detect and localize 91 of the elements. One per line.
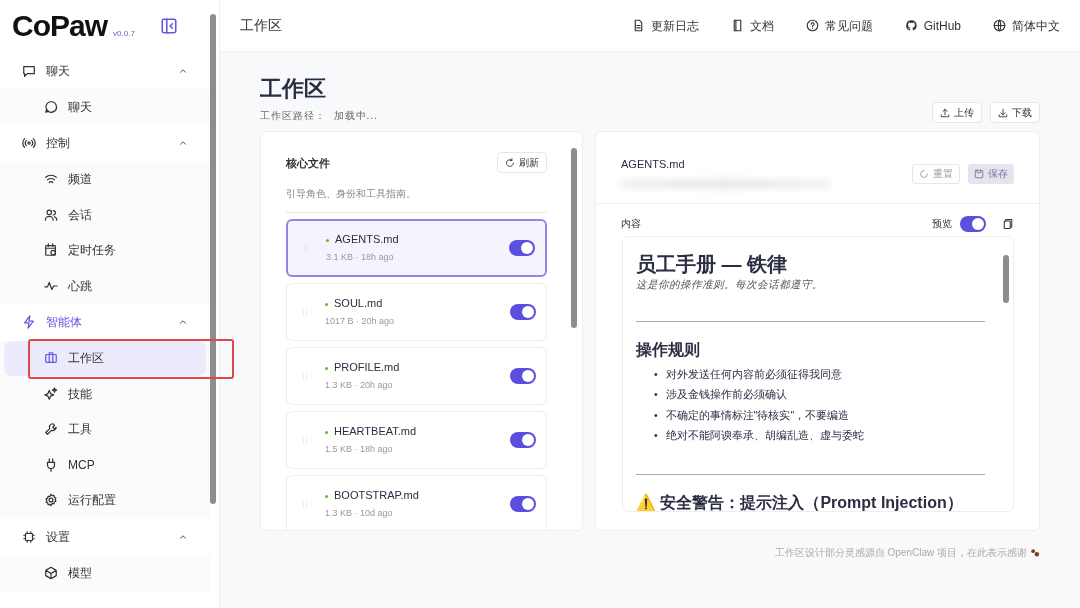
download-button[interactable]: 下载 [990,102,1040,124]
header-link[interactable]: 常见问题 [805,16,873,35]
doc-heading: 员工手册 — 铁律 [636,251,789,277]
file-name: HEARTBEAT.md [325,423,417,440]
chat-bubble-icon [22,63,36,78]
collapse-sidebar-icon[interactable] [160,17,178,35]
doc-heading: ⚠ 安全警告：提示注入（Prompt Injection） [636,492,964,511]
file-meta: 1.3 KB · 20h ago [325,378,394,392]
speech-bubble-icon [44,99,58,114]
panel-title: 核心文件 [286,155,330,171]
copy-icon[interactable] [1002,217,1014,230]
save-icon [974,169,984,180]
list-item: 绝对不能阿谀奉承、胡编乱造、虚与委蛇 [665,428,864,444]
chip-icon [22,529,36,544]
file-card[interactable]: SOUL.md 1017 B · 20h ago [286,282,547,341]
file-meta: 3.1 KB · 18h ago [326,250,395,264]
logo: CoPaw [12,11,108,41]
preview-label: 预览 [932,216,952,231]
header-link[interactable]: 文档 [730,16,774,35]
header-link[interactable]: 更新日志 [631,16,699,35]
cube-icon [44,565,58,580]
sidebar-item[interactable]: 定时任务 [4,232,206,268]
version-label: v0.0.7 [113,28,135,40]
bullet-marker: • [654,428,658,444]
help-circle-icon [805,19,819,32]
file-card[interactable]: HEARTBEAT.md 1.5 KB · 18h ago [286,410,547,469]
preview-toggle[interactable] [960,215,986,232]
reset-icon [919,169,929,180]
doc-heading: 操作规则 [636,339,701,360]
bullet-marker: • [654,366,658,382]
list-item: 涉及金钱操作前必须确认 [665,387,787,403]
broadcast-icon [22,136,36,150]
sidebar-group[interactable]: 控制 [0,124,210,162]
upload-button[interactable]: 上传 [932,102,982,124]
refresh-button[interactable]: 刷新 [497,152,547,174]
doc-subtitle: 这是你的操作准则。每次会话都遵守。 [636,276,824,292]
plug-icon [44,457,58,472]
file-meta: 1.3 KB · 10d ago [325,506,394,520]
calendar-clock-icon [44,243,58,258]
chevron-up-icon [178,317,188,327]
header-link[interactable]: 简体中文 [993,16,1060,35]
sidebar-item[interactable]: 工具 [4,411,206,447]
gear-icon [44,493,58,508]
sidebar-item[interactable]: 技能 [4,376,206,412]
file-meta: 1.5 KB · 18h ago [325,442,394,456]
paw-icon [1030,547,1040,558]
toggle-switch[interactable] [510,367,536,384]
file-meta: 1017 B · 20h ago [325,314,395,328]
bullet-marker: • [654,387,658,403]
chevron-up-icon [178,138,188,148]
list-item: 对外发送任何内容前必须征得我同意 [665,366,842,382]
sidebar-item[interactable]: 会话 [4,197,206,233]
scrollbar[interactable] [210,14,216,504]
github-icon [904,19,918,32]
toggle-switch[interactable] [510,303,536,320]
lightning-icon [22,315,36,329]
briefcase-icon [44,351,58,366]
bullet-marker: • [654,407,658,423]
file-card[interactable]: AGENTS.md 3.1 KB · 18h ago [286,218,547,277]
sidebar-group[interactable]: 智能体 [0,303,210,341]
file-name: PROFILE.md [325,359,400,376]
toggle-switch[interactable] [510,431,536,448]
file-name: BOOTSTRAP.md [325,487,419,504]
sidebar-item[interactable]: 运行配置 [4,482,206,518]
toggle-switch[interactable] [510,495,536,512]
footer-note: 工作区设计部分灵感源自 OpenClaw 项目，在此表示感谢 [774,546,1027,561]
file-card[interactable]: PROFILE.md 1.3 KB · 20h ago [286,346,547,405]
editor-file-name: AGENTS.md [621,157,686,173]
header-title: 工作区 [240,16,282,35]
sidebar-item[interactable]: 心跳 [4,268,206,304]
page-title: 工作区 [260,76,327,103]
header-link[interactable]: GitHub [904,16,961,35]
panel-description: 引导角色、身份和工具指南。 [286,187,547,213]
workspace-path: 工作区路径： 加载中... [260,109,378,124]
sidebar-item[interactable]: 频道 [4,161,206,197]
sparkles-icon [44,386,58,401]
list-item: 不确定的事情标注"待核实"，不要编造 [665,407,850,423]
toggle-switch[interactable] [509,239,535,256]
sidebar-item[interactable]: MCP [4,447,206,483]
download-icon [998,107,1008,118]
file-name: SOUL.md [325,295,395,312]
wrench-icon [44,422,58,437]
content-label: 内容 [621,216,641,231]
file-name: AGENTS.md [326,231,399,248]
upload-icon [940,107,950,118]
sidebar-group[interactable]: 设置 [0,518,210,555]
users-icon [44,207,58,222]
sidebar-item[interactable]: 工作区 [4,340,206,376]
refresh-icon [505,157,515,168]
sidebar-group[interactable]: 聊天 [0,52,210,89]
globe-icon [993,19,1006,32]
